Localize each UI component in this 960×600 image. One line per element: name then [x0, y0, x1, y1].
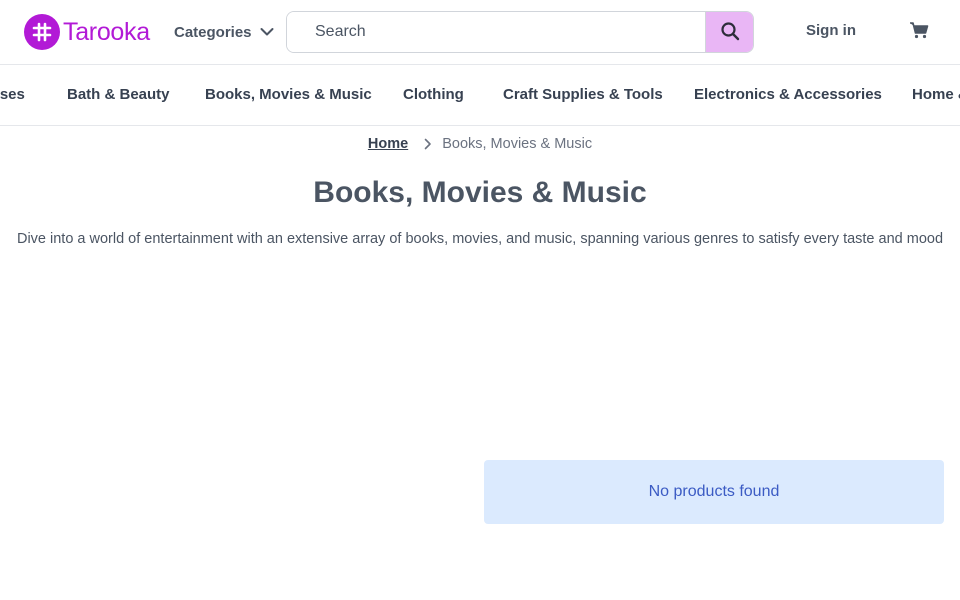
categories-dropdown[interactable]: Categories [174, 18, 274, 46]
category-item-bath-beauty[interactable]: Bath & Beauty [67, 86, 170, 103]
category-item-electronics[interactable]: Electronics & Accessories [694, 86, 882, 103]
search-icon [720, 21, 740, 44]
cart-icon [909, 21, 929, 44]
category-item-craft-supplies[interactable]: Craft Supplies & Tools [503, 86, 663, 103]
page-description: Dive into a world of entertainment with … [16, 231, 944, 247]
category-item[interactable]: rses [0, 86, 25, 103]
category-item-books-movies-music[interactable]: Books, Movies & Music [205, 86, 372, 103]
category-item-home[interactable]: Home & [912, 86, 960, 103]
logo-text: Tarooka [63, 17, 150, 46]
tarooka-logo-icon [24, 14, 60, 50]
empty-results-alert: No products found [484, 460, 944, 524]
sign-in-link[interactable]: Sign in [806, 22, 856, 39]
chevron-right-icon [424, 138, 432, 150]
logo-link[interactable]: Tarooka [24, 14, 150, 50]
breadcrumb: Home Books, Movies & Music [0, 134, 960, 154]
breadcrumb-current: Books, Movies & Music [442, 136, 593, 152]
category-item-clothing[interactable]: Clothing [403, 86, 464, 103]
site-header: Tarooka Categories Sign in [0, 0, 960, 65]
search-input[interactable] [287, 12, 705, 52]
category-nav: rses Bath & Beauty Books, Movies & Music… [0, 65, 960, 126]
chevron-down-icon [260, 27, 274, 37]
search-button[interactable] [705, 12, 753, 52]
empty-results-message: No products found [648, 483, 780, 500]
search-bar [286, 11, 754, 53]
breadcrumb-home-link[interactable]: Home [368, 136, 408, 152]
categories-label: Categories [174, 23, 252, 41]
cart-button[interactable] [909, 21, 929, 44]
page-title: Books, Movies & Music [313, 176, 647, 209]
